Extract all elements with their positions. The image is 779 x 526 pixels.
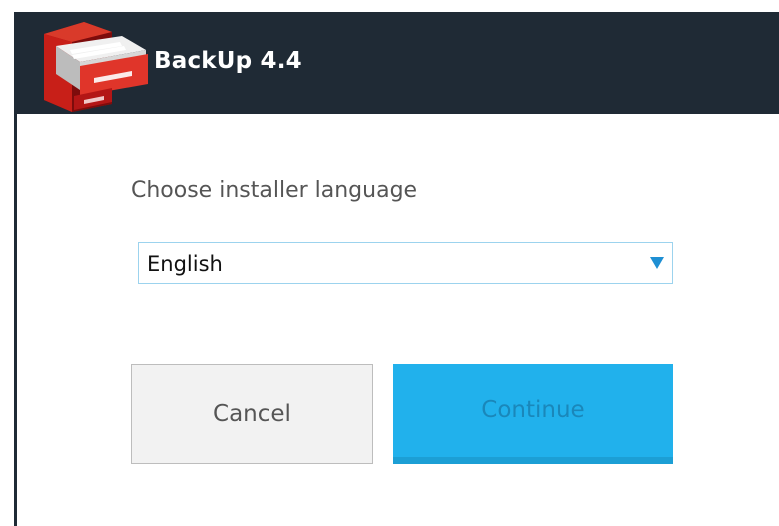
- installer-content: Choose installer language English Cancel…: [14, 114, 779, 526]
- window-title: BackUp 4.4: [154, 48, 302, 74]
- language-select[interactable]: English: [138, 242, 673, 284]
- language-select-value: English: [147, 252, 223, 276]
- language-prompt: Choose installer language: [131, 178, 418, 203]
- title-bar[interactable]: BackUp 4.4: [14, 12, 779, 114]
- continue-button[interactable]: Continue: [393, 364, 673, 464]
- installer-window: BackUp 4.4 Choose installer language Eng…: [14, 12, 779, 526]
- filing-cabinet-icon: [44, 22, 148, 112]
- dropdown-triangle-icon: [650, 257, 664, 269]
- cancel-button[interactable]: Cancel: [131, 364, 373, 464]
